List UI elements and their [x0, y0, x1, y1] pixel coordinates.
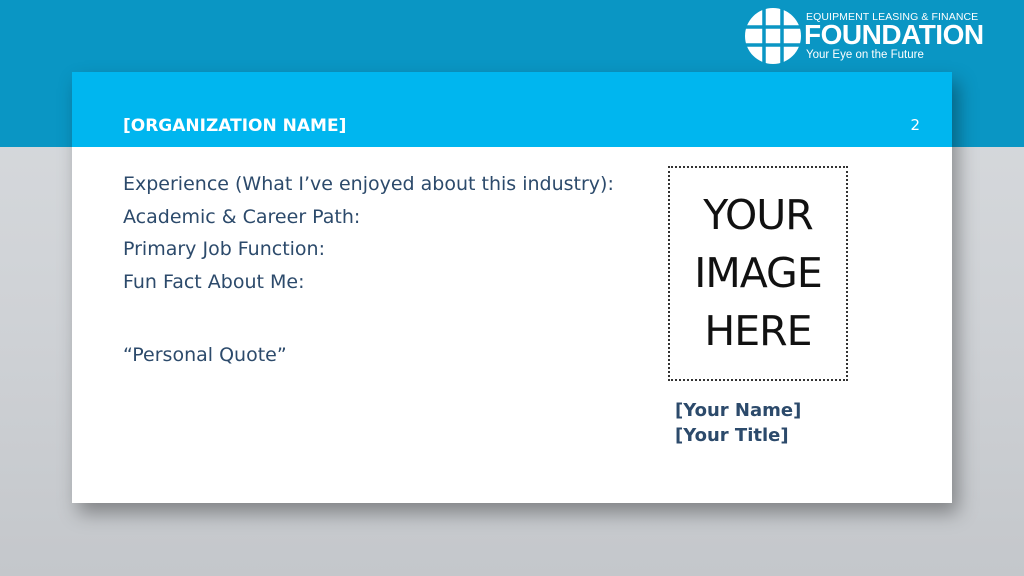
profile-fields: Experience (What I’ve enjoyed about this… [123, 170, 614, 300]
logo-tagline: Your Eye on the Future [806, 49, 924, 61]
image-placeholder-line: IMAGE [694, 249, 822, 297]
page-number: 2 [910, 116, 920, 134]
foundation-logo: EQUIPMENT LEASING & FINANCE FOUNDATION Y… [744, 7, 1004, 65]
image-placeholder-line: HERE [704, 307, 812, 355]
your-title: [Your Title] [675, 425, 789, 446]
card-header: [ORGANIZATION NAME] 2 [72, 72, 952, 147]
image-placeholder: YOUR IMAGE HERE [668, 166, 848, 381]
organization-name: [ORGANIZATION NAME] [123, 116, 347, 136]
your-name: [Your Name] [675, 400, 802, 421]
image-placeholder-text: YOUR IMAGE HERE [670, 186, 846, 360]
field-experience: Experience (What I’ve enjoyed about this… [123, 173, 614, 195]
field-fun-fact: Fun Fact About Me: [123, 270, 305, 293]
image-placeholder-line: YOUR [703, 191, 814, 239]
name-title-block: [Your Name] [Your Title] [675, 398, 801, 448]
personal-quote: “Personal Quote” [123, 344, 287, 366]
field-job-function: Primary Job Function: [123, 238, 326, 260]
logo-main-text: FOUNDATION [804, 19, 984, 50]
globe-logo-icon [745, 8, 801, 64]
field-academic-career: Academic & Career Path: [123, 205, 361, 228]
profile-card: [ORGANIZATION NAME] 2 Experience (What I… [72, 72, 952, 503]
